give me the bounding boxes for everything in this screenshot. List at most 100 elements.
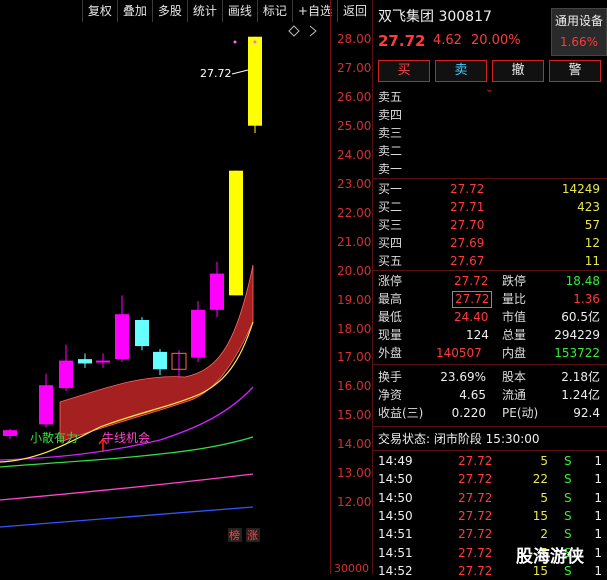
price-axis-label: 15.00 xyxy=(337,408,372,423)
tick-num: 1 xyxy=(594,508,602,523)
candle-body xyxy=(153,351,167,370)
price-axis-label: 14.00 xyxy=(337,437,372,452)
price-axis-label: 21.00 xyxy=(337,234,372,249)
sell-button[interactable]: 卖 xyxy=(435,60,487,82)
bid-row-4: 买四 27.69 12 xyxy=(378,236,600,250)
tick-time: 14:50 xyxy=(378,472,413,487)
tick-num: 1 xyxy=(594,545,602,560)
sector-button[interactable]: 通用设备 1.66% xyxy=(551,8,607,56)
alert-button[interactable]: 警 xyxy=(549,60,601,82)
draw-line-button[interactable]: 画线 xyxy=(221,0,257,22)
stock-name: 双飞集团 xyxy=(378,9,434,25)
candle-body xyxy=(78,359,92,364)
ticks-divider xyxy=(373,450,607,451)
fundamentals-divider xyxy=(373,364,607,365)
last-price: 27.72 xyxy=(378,32,426,50)
overlay-button[interactable]: 叠加 xyxy=(116,0,152,22)
tick-price: 27.72 xyxy=(458,563,493,578)
collapse-arrow-icon xyxy=(309,25,317,37)
price-axis-label: 22.00 xyxy=(337,205,372,220)
bid-row-3: 买三 27.70 57 xyxy=(378,218,600,232)
ma-line-pink xyxy=(0,473,254,501)
buy-button[interactable]: 买 xyxy=(378,60,430,82)
ask-row-5: 卖五 xyxy=(378,90,403,104)
peak-dot-1 xyxy=(233,40,237,44)
stat-row-limits: 涨停 27.72 跌停 18.48 xyxy=(378,274,600,288)
ask-row-3: 卖三 xyxy=(378,126,403,140)
trade-status: 交易状态: 闭市阶段 15:30:00 xyxy=(378,432,540,446)
statistics-button[interactable]: 统计 xyxy=(186,0,222,22)
expand-diamond-icon xyxy=(288,25,300,37)
tick-vol: 5 xyxy=(540,490,548,505)
mark-button[interactable]: 标记 xyxy=(256,0,292,22)
tick-side: S xyxy=(564,472,572,487)
price-axis-label: 17.00 xyxy=(337,350,372,365)
price-axis-label: 18.00 xyxy=(337,321,372,336)
peak-price-label: 27.72 xyxy=(200,67,232,80)
candle-body xyxy=(59,360,73,389)
price-axis-label: 16.00 xyxy=(337,379,372,394)
price-axis: 28.00 27.00 26.00 25.00 24.00 23.00 22.00 21.00… xyxy=(330,0,373,575)
bid-row-5: 买五 27.67 11 xyxy=(378,254,600,268)
price-axis-label: 25.00 xyxy=(337,118,372,133)
candle-body xyxy=(248,36,262,126)
watermark-text: 股海游侠 xyxy=(516,547,584,567)
multi-stock-button[interactable]: 多股 xyxy=(151,0,187,22)
trade-actions: 买 卖 撤 警 xyxy=(378,60,601,82)
tick-price: 27.72 xyxy=(458,472,493,487)
sector-change: 1.66% xyxy=(559,35,599,49)
price-change-pct: 20.00% xyxy=(471,33,521,48)
kline-chart[interactable]: 27.72 小散有力 牛线机会 榜 涨 xyxy=(0,22,330,552)
quote-panel: 双飞集团 300817 27.72 4.62 20.00% 通用设备 1.66%… xyxy=(373,0,607,578)
ma-line-blue xyxy=(0,506,254,528)
stat-row-volume: 现量 124 总量 294229 xyxy=(378,328,600,342)
tick-num: 1 xyxy=(594,490,602,505)
tick-side: S xyxy=(564,490,572,505)
tick-price: 27.72 xyxy=(458,454,493,468)
tick-time: 14:51 xyxy=(378,545,413,560)
price-axis-label: 23.00 xyxy=(337,176,372,191)
volume-axis-label: 30000 xyxy=(334,562,369,575)
candle-body xyxy=(210,273,224,310)
tick-time: 14:50 xyxy=(378,490,413,505)
tick-row: 14:50 27.72 15 S 1 xyxy=(378,507,606,525)
tick-num: 1 xyxy=(594,454,602,468)
price-axis-label: 24.00 xyxy=(337,147,372,162)
fund-row-netasset: 净资 4.65 流通 1.24亿 xyxy=(378,388,600,402)
price-axis-label: 28.00 xyxy=(337,32,372,46)
badge-rank-text: 榜 xyxy=(229,528,240,542)
tick-vol: 22 xyxy=(532,472,548,487)
peak-dot-2 xyxy=(253,40,257,44)
sector-label: 通用设备 xyxy=(554,14,603,28)
tick-price: 27.72 xyxy=(458,508,493,523)
peak-leader-line xyxy=(231,69,249,75)
tick-time: 14:49 xyxy=(378,454,413,468)
tick-row: 14:49 27.72 5 S 1 xyxy=(378,452,606,470)
tick-side: S xyxy=(564,527,572,542)
tick-price: 27.72 xyxy=(458,527,493,542)
candles xyxy=(3,36,262,439)
tick-num: 1 xyxy=(594,472,602,487)
restore-rights-button[interactable]: 复权 xyxy=(81,0,117,22)
price-axis-label: 27.00 xyxy=(337,60,372,75)
stat-row-outer-inner: 外盘 140507 内盘 153722 xyxy=(378,346,600,360)
candle-body xyxy=(115,314,129,360)
candle-body xyxy=(229,170,243,296)
cancel-order-button[interactable]: 撤 xyxy=(492,60,544,82)
price-axis-label: 13.00 xyxy=(337,466,372,481)
fund-row-eps: 收益(三) 0.220 PE(动) 92.4 xyxy=(378,406,600,420)
signal-annotation-1: 小散有力 xyxy=(30,430,78,445)
stats-divider xyxy=(373,270,607,271)
signal-annotation-2: 牛线机会 xyxy=(102,430,150,445)
candle-body xyxy=(96,360,110,363)
tick-price: 27.72 xyxy=(458,490,493,505)
ask-row-4: 卖四 xyxy=(378,108,403,122)
tick-vol: 2 xyxy=(540,527,548,542)
tick-row: 14:50 27.72 5 S 1 xyxy=(378,489,606,507)
stat-row-low: 最低 24.40 市值 60.5亿 xyxy=(378,310,600,324)
chart-toolbar: 复权 叠加 多股 统计 画线 标记 +自选 返回 xyxy=(0,0,372,22)
tick-num: 1 xyxy=(594,563,602,578)
fund-row-turnover: 换手 23.69% 股本 2.18亿 xyxy=(378,370,600,384)
tick-vol: 5 xyxy=(540,454,548,468)
status-divider xyxy=(373,426,607,427)
